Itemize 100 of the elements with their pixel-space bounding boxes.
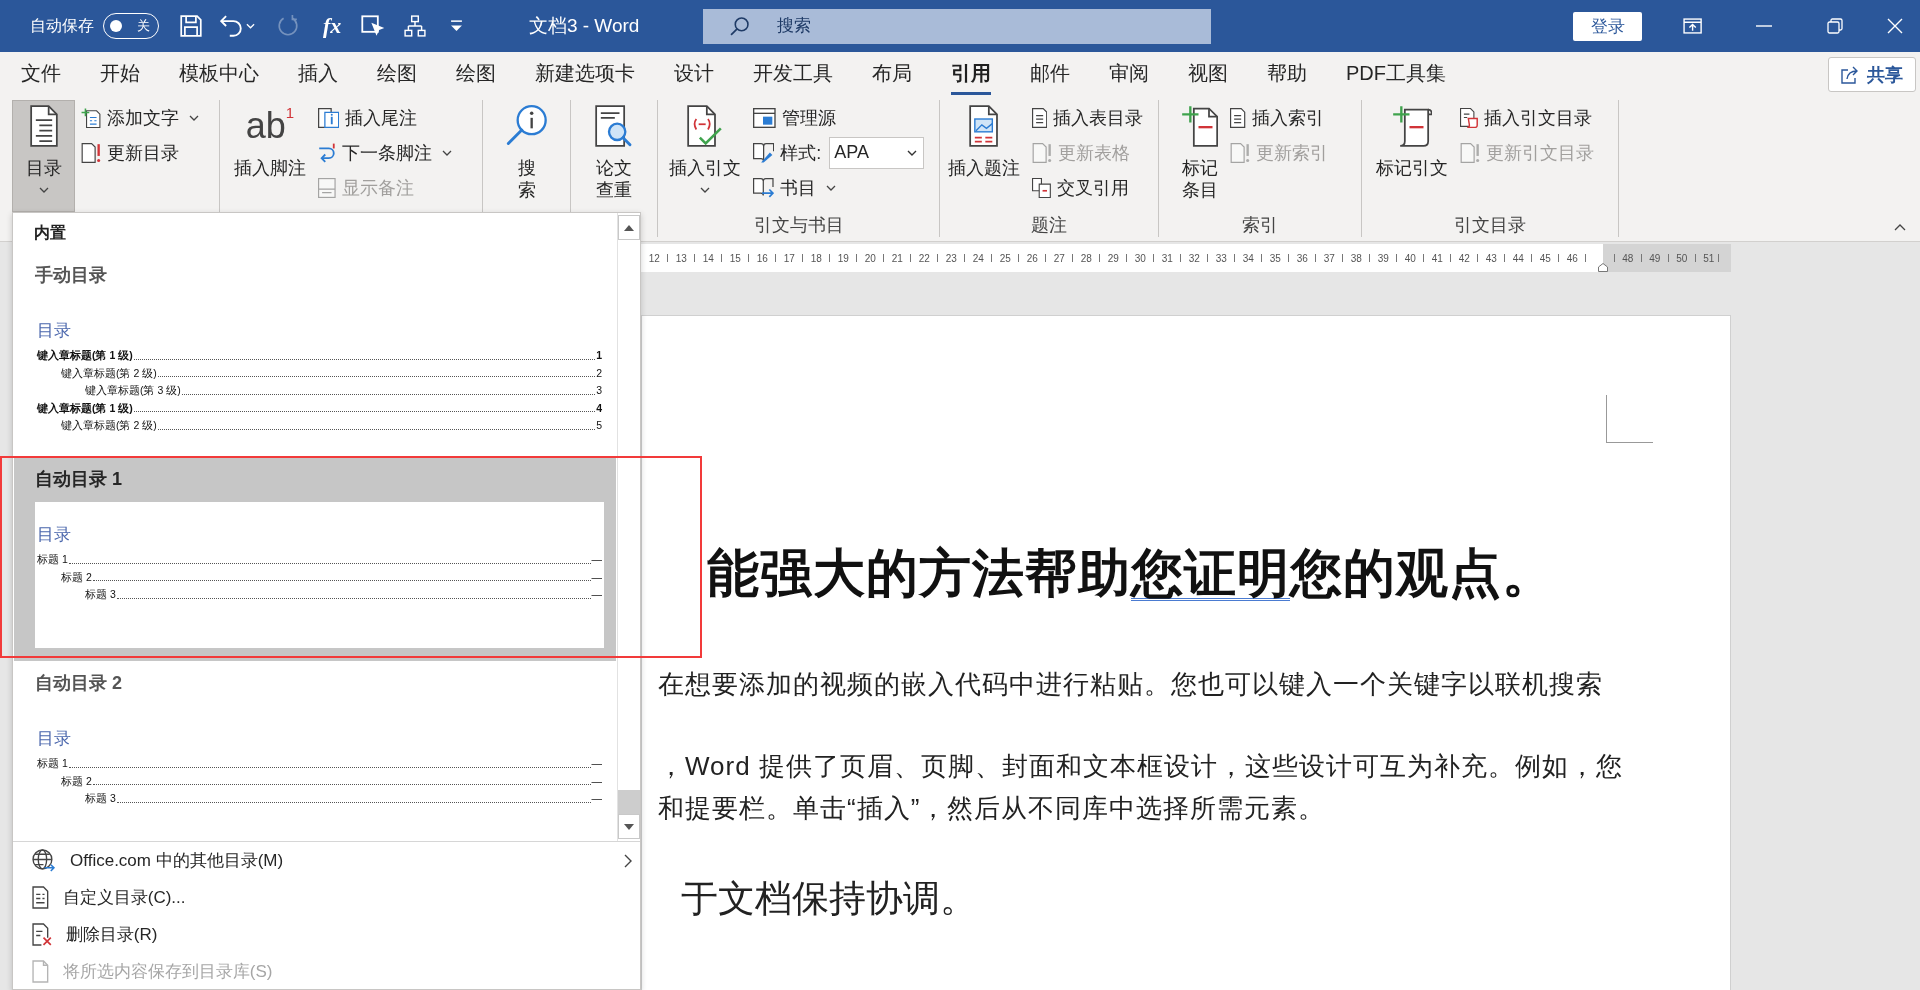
customize-icon[interactable] (449, 20, 463, 32)
ribbon-tab[interactable]: 设计 (674, 52, 714, 95)
ribbon-button[interactable]: 论文 查重 (589, 100, 639, 212)
preview-page-number: 4 (596, 400, 602, 416)
ribbon-button[interactable]: 下一条脚注 (315, 135, 456, 170)
ruler-number: 19 (837, 252, 849, 264)
preview-entry-text: 标题 3 (85, 791, 116, 806)
ruler-number: 28 (1080, 252, 1092, 264)
ruler-number: 38 (1350, 252, 1362, 264)
ruler-number: 25 (999, 252, 1011, 264)
ribbon-button[interactable]: 添加文字 (78, 100, 202, 135)
share-button[interactable]: 共享 (1828, 57, 1916, 92)
gallery-item-title: 自动目录 1 (35, 468, 122, 491)
ribbon-button[interactable]: 插入题注 (942, 100, 1026, 212)
ribbon-button[interactable]: 标记 条目 (1175, 100, 1225, 212)
sign-in-button[interactable]: 登录 (1573, 11, 1642, 41)
preview-entry-text: 键入章标题(第 1 级) (37, 348, 133, 363)
preview-page-number: 5 (596, 418, 602, 433)
preview-page-number: 3 (596, 383, 602, 398)
footnote-glyph: ab$^{1}$ (245, 105, 295, 147)
search-icon (730, 16, 750, 36)
toc-gallery-item[interactable]: 手动目录 目录 键入章标题(第 1 级) 1 键入章标题(第 2 级) 2 键入章标题(第 3 级) 3 键入章标题(第 1 级) 4 键入章标题(第 2 级) 5 (14, 253, 616, 457)
ruler-number: 26 (1026, 252, 1038, 264)
preview-page-number: — (591, 756, 602, 771)
ribbon-display-icon[interactable] (1682, 18, 1703, 34)
ribbon-tab[interactable]: 绘图 (377, 52, 417, 95)
menu-item[interactable]: 删除目录(R) (13, 916, 640, 953)
collapse-ribbon-icon[interactable] (1894, 224, 1906, 231)
ribbon-tab[interactable]: 绘图 (456, 52, 496, 95)
document-exclamation-icon (81, 142, 101, 163)
ruler-number: 51 (1703, 252, 1715, 264)
hierarchy-icon[interactable] (403, 15, 426, 37)
menu-item[interactable]: 自定义目录(C)... (13, 879, 640, 916)
margin-corner-mark (1606, 395, 1653, 443)
document-title: 能强大的方法帮助您证明您的观点。 (707, 543, 1555, 603)
ribbon-tab[interactable]: 插入 (298, 52, 338, 95)
insert-function-button[interactable]: fx (323, 13, 342, 39)
ribbon-button[interactable]: 搜 索 (499, 100, 554, 212)
scroll-up-button[interactable] (618, 215, 640, 240)
ribbon-button[interactable]: 书目 (750, 170, 928, 205)
down-triangle-icon (624, 823, 634, 830)
ribbon-tab[interactable]: PDF工具集 (1346, 52, 1446, 95)
document-lines-icon (1032, 107, 1048, 128)
ribbon-button[interactable]: 目录 (12, 100, 75, 212)
ribbon-button[interactable]: 插入索引 (1227, 100, 1332, 135)
style-select[interactable]: APA (829, 136, 925, 169)
document-magnifier-icon (595, 105, 633, 147)
toc-gallery-item[interactable]: 自动目录 2 目录 标题 1 — 标题 2 — 标题 3 — (14, 661, 616, 841)
document-scroll-icon (1460, 107, 1478, 128)
ribbon-button[interactable]: 交叉引用 (1029, 170, 1147, 205)
ruler-number: 18 (810, 252, 822, 264)
ribbon-tab[interactable]: 开发工具 (753, 52, 833, 95)
ribbon-tab[interactable]: 视图 (1188, 52, 1228, 95)
ribbon-tab[interactable]: 邮件 (1030, 52, 1070, 95)
ruler-number: 36 (1296, 252, 1308, 264)
document-lines-icon (32, 886, 49, 909)
ribbon-button[interactable]: 插入尾注 (315, 100, 456, 135)
ribbon-tab[interactable]: 文件 (21, 52, 61, 95)
ribbon-tab[interactable]: 帮助 (1267, 52, 1307, 95)
search-field[interactable]: 搜索 (703, 8, 1212, 44)
ruler-number: 31 (1161, 252, 1173, 264)
pointer-icon[interactable] (361, 15, 386, 37)
ribbon-tab[interactable]: 审阅 (1109, 52, 1149, 95)
ribbon-button[interactable]: 插入引文目录 (1457, 100, 1597, 135)
group-label: 引文目录 (1454, 214, 1526, 237)
ribbon-tab[interactable]: 模板中心 (179, 52, 259, 95)
ribbon-tab[interactable]: 开始 (100, 52, 140, 95)
undo-icon[interactable] (220, 15, 242, 37)
close-icon[interactable] (1887, 18, 1903, 34)
ribbon-button[interactable]: 更新目录 (78, 135, 202, 170)
toc-gallery-item[interactable]: 自动目录 1 目录 标题 1 — 标题 2 — 标题 3 — (14, 457, 616, 661)
save-icon[interactable] (180, 15, 202, 37)
ruler-number: 21 (891, 252, 903, 264)
globe-arrow-icon (32, 849, 57, 872)
preview-heading: 目录 (37, 320, 71, 342)
ribbon-tab[interactable]: 布局 (872, 52, 912, 95)
document-delete-icon (32, 923, 52, 946)
preview-entry-text: 键入章标题(第 1 级) (37, 400, 133, 416)
book-arrow-icon (753, 177, 774, 198)
ribbon-button[interactable]: 管理源 (750, 100, 928, 135)
scroll-down-button[interactable] (618, 814, 640, 839)
ribbon-button[interactable]: 插入引文 (663, 100, 747, 212)
document-exclamation-icon (1032, 142, 1052, 163)
restore-icon[interactable] (1826, 18, 1843, 34)
document-plus-icon (81, 107, 101, 128)
caret-icon[interactable] (246, 23, 255, 29)
minimize-icon[interactable] (1755, 25, 1772, 27)
ribbon-button[interactable]: 标记引文 (1370, 100, 1454, 212)
ribbon-tab[interactable]: 新建选项卡 (535, 52, 635, 95)
scroll-plus-icon (1391, 105, 1433, 147)
scroll-thumb[interactable] (618, 790, 640, 814)
ruler-number: 50 (1676, 252, 1688, 264)
menu-item[interactable]: Office.com 中的其他目录(M) (13, 842, 640, 879)
body-text: ，Word 提供了页眉、页脚、封面和文本框设计，这些设计可互为补充。例如，您 (658, 750, 1623, 783)
ruler-number: 48 (1622, 252, 1634, 264)
document-plus-icon (1181, 105, 1219, 147)
section-heading: 于文档保持协调。 (681, 877, 977, 921)
document-lines-icon (29, 105, 58, 147)
ribbon-button[interactable]: 插入表目录 (1029, 100, 1147, 135)
ribbon-button[interactable]: ab$^{1}$ 插入脚注 (228, 100, 312, 212)
